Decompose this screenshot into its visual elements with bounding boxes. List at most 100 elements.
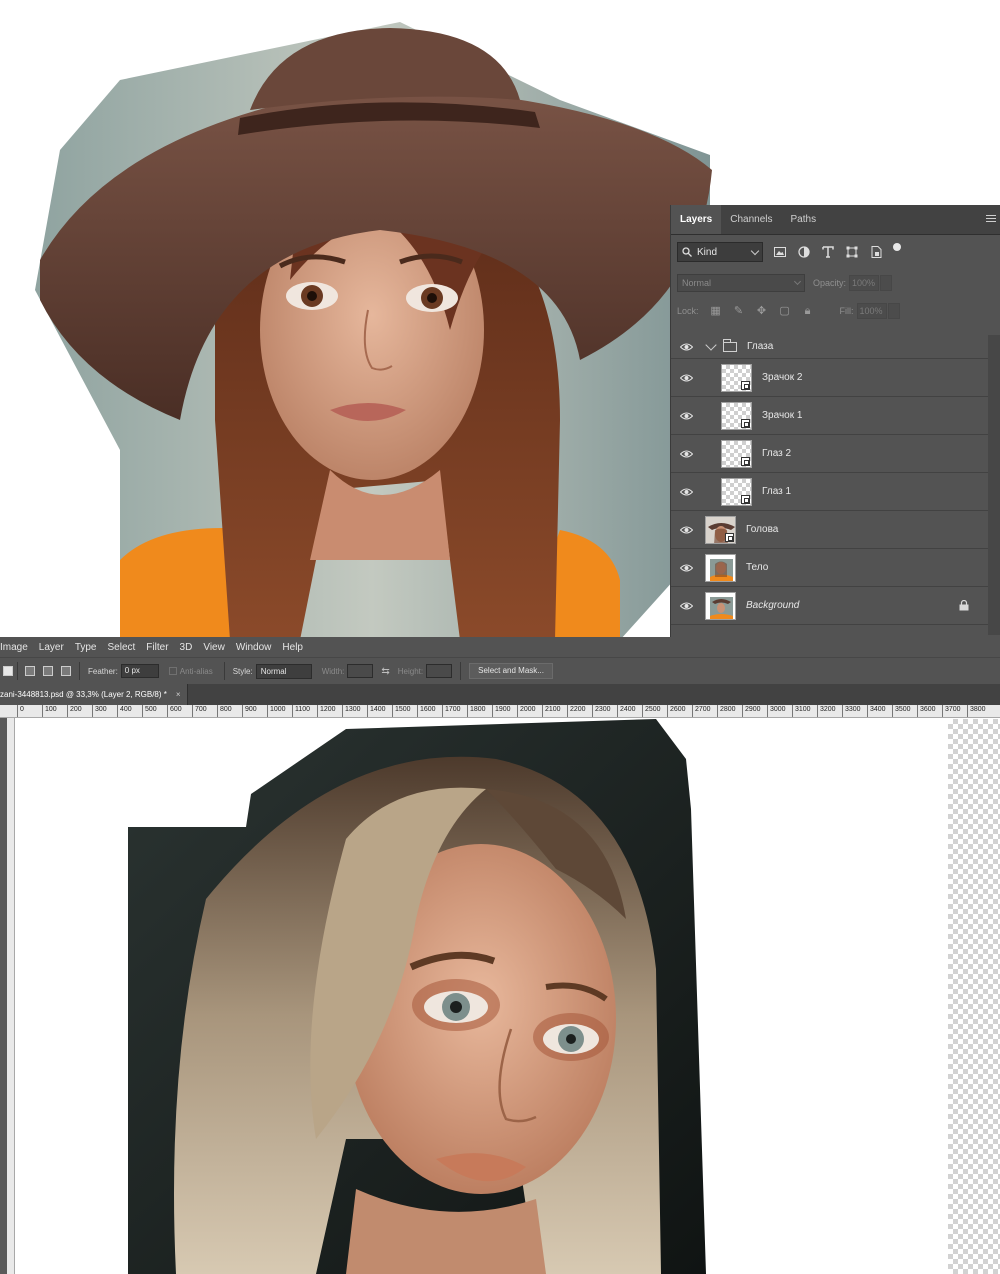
layer-thumbnail xyxy=(721,363,752,392)
lock-all-icon[interactable]: 🔒︎ xyxy=(802,305,814,317)
eye-icon[interactable] xyxy=(671,412,701,420)
panel-menu-icon[interactable] xyxy=(986,215,996,224)
layers-panel: Layers Channels Paths Kind Normal Opacit… xyxy=(670,205,1000,637)
menu-item-type[interactable]: Type xyxy=(75,642,97,653)
fill-field[interactable]: 100% xyxy=(856,303,887,319)
smart-object-badge-icon xyxy=(741,494,750,504)
menu-item-help[interactable]: Help xyxy=(282,642,303,653)
opacity-field[interactable]: 100% xyxy=(849,275,880,291)
select-and-mask-button[interactable]: Select and Mask... xyxy=(469,663,553,679)
feather-label: Feather: xyxy=(88,666,118,676)
layers-scrollbar[interactable] xyxy=(988,335,1000,635)
image-filter-icon[interactable] xyxy=(773,245,787,259)
width-input[interactable] xyxy=(347,664,374,678)
height-label: Height: xyxy=(397,666,424,676)
layer-list: Глаза Зрачок 2 Зрачок 1 Глаз 2 Глаз 1 Го… xyxy=(671,335,989,625)
layer-thumbnail xyxy=(721,477,752,506)
opacity-dropdown[interactable] xyxy=(880,275,893,291)
document-tab-bar: zani-3448813.psd @ 33,3% (Layer 2, RGB/8… xyxy=(0,684,1000,705)
layer-thumbnail xyxy=(721,439,752,468)
menu-item-layer[interactable]: Layer xyxy=(39,642,64,653)
layer-name: Зрачок 1 xyxy=(762,410,803,421)
lock-position-icon[interactable]: ✥ xyxy=(756,305,768,317)
folder-icon xyxy=(723,338,737,352)
width-label: Width: xyxy=(321,666,345,676)
style-value: Normal xyxy=(260,666,287,676)
eye-icon[interactable] xyxy=(671,488,701,496)
layer-group-glaza[interactable]: Глаза xyxy=(671,335,989,359)
blend-mode-value: Normal xyxy=(682,278,712,288)
layer-thumbnail xyxy=(721,401,752,430)
chevron-down-icon[interactable] xyxy=(705,338,717,351)
add-to-selection-icon[interactable] xyxy=(25,666,35,676)
fill-label: Fill: xyxy=(839,306,854,316)
eye-icon[interactable] xyxy=(671,564,701,572)
eye-icon[interactable] xyxy=(671,343,701,351)
tab-paths[interactable]: Paths xyxy=(782,205,826,234)
filter-toggle-icon[interactable] xyxy=(893,243,901,251)
lock-transparent-pixels-icon[interactable]: ▦ xyxy=(710,305,722,317)
layer-glaz-1[interactable]: Глаз 1 xyxy=(671,473,989,511)
smart-object-badge-icon xyxy=(741,380,750,390)
style-select[interactable]: Normal xyxy=(255,663,312,679)
opacity-label: Opacity: xyxy=(813,278,847,288)
layer-glaz-2[interactable]: Глаз 2 xyxy=(671,435,989,473)
smart-object-filter-icon[interactable] xyxy=(869,245,883,259)
eye-icon[interactable] xyxy=(671,450,701,458)
horizontal-ruler[interactable]: 0 100 200 300 400 500 600 700 800 900 10… xyxy=(0,705,1000,718)
style-label: Style: xyxy=(232,666,253,676)
lock-artboard-icon[interactable]: ▢ xyxy=(779,305,791,317)
smart-object-badge-icon xyxy=(725,532,734,542)
menu-item-select[interactable]: Select xyxy=(108,642,136,653)
layer-zrachok-1[interactable]: Зрачок 1 xyxy=(671,397,989,435)
lock-image-pixels-icon[interactable]: ✎ xyxy=(733,305,745,317)
menu-item-image[interactable]: Image xyxy=(0,642,28,653)
lock-row: Lock: ▦ ✎ ✥ ▢ 🔒︎ Fill: 100% xyxy=(671,297,1000,325)
smart-object-badge-icon xyxy=(741,456,750,466)
swap-icon[interactable]: ⇆ xyxy=(381,666,389,677)
smart-object-badge-icon xyxy=(741,418,750,428)
tab-layers[interactable]: Layers xyxy=(671,205,722,234)
menu-bar: Image Layer Type Select Filter 3D View W… xyxy=(0,637,1000,657)
panel-tabs: Layers Channels Paths xyxy=(671,205,1000,235)
shape-filter-icon[interactable] xyxy=(845,245,859,259)
menu-item-view[interactable]: View xyxy=(203,642,225,653)
layer-name: Зрачок 2 xyxy=(762,372,803,383)
anti-alias-label: Anti-alias xyxy=(179,666,213,676)
tab-channels[interactable]: Channels xyxy=(721,205,781,234)
type-filter-icon[interactable] xyxy=(821,245,835,259)
layer-name: Глаз 2 xyxy=(762,448,792,459)
subtract-from-selection-icon[interactable] xyxy=(43,666,53,676)
eye-icon[interactable] xyxy=(671,602,701,610)
layer-golova[interactable]: Голова xyxy=(671,511,989,549)
options-bar: Feather: 0 px Anti-alias Style: Normal W… xyxy=(0,657,1000,684)
filter-row: Kind xyxy=(671,235,1000,269)
document-canvas[interactable] xyxy=(16,719,1000,1274)
new-selection-icon[interactable] xyxy=(3,666,13,676)
menu-item-3d[interactable]: 3D xyxy=(180,642,193,653)
menu-item-window[interactable]: Window xyxy=(236,642,272,653)
layer-zrachok-2[interactable]: Зрачок 2 xyxy=(671,359,989,397)
chevron-down-icon xyxy=(750,246,760,256)
document-title: zani-3448813.psd @ 33,3% (Layer 2, RGB/8… xyxy=(0,690,167,699)
layer-name: Background xyxy=(746,600,800,611)
layer-telo[interactable]: Тело xyxy=(671,549,989,587)
layer-name: Глаза xyxy=(747,341,774,352)
fill-dropdown[interactable] xyxy=(887,303,900,319)
close-icon[interactable]: × xyxy=(176,690,181,699)
menu-item-filter[interactable]: Filter xyxy=(146,642,168,653)
blend-mode-select[interactable]: Normal xyxy=(677,274,805,292)
eye-icon[interactable] xyxy=(671,374,701,382)
filter-kind-label: Kind xyxy=(697,246,718,258)
anti-alias-checkbox[interactable] xyxy=(168,667,177,675)
layer-name: Глаз 1 xyxy=(762,486,792,497)
filter-kind-select[interactable]: Kind xyxy=(677,242,763,262)
eye-icon[interactable] xyxy=(671,526,701,534)
height-input[interactable] xyxy=(426,664,453,678)
adjustment-filter-icon[interactable] xyxy=(797,245,811,259)
document-tab[interactable]: zani-3448813.psd @ 33,3% (Layer 2, RGB/8… xyxy=(0,684,188,705)
layer-background[interactable]: Background xyxy=(671,587,989,625)
lock-label: Lock: xyxy=(677,306,699,316)
intersect-selection-icon[interactable] xyxy=(61,666,71,676)
feather-input[interactable]: 0 px xyxy=(120,664,159,678)
